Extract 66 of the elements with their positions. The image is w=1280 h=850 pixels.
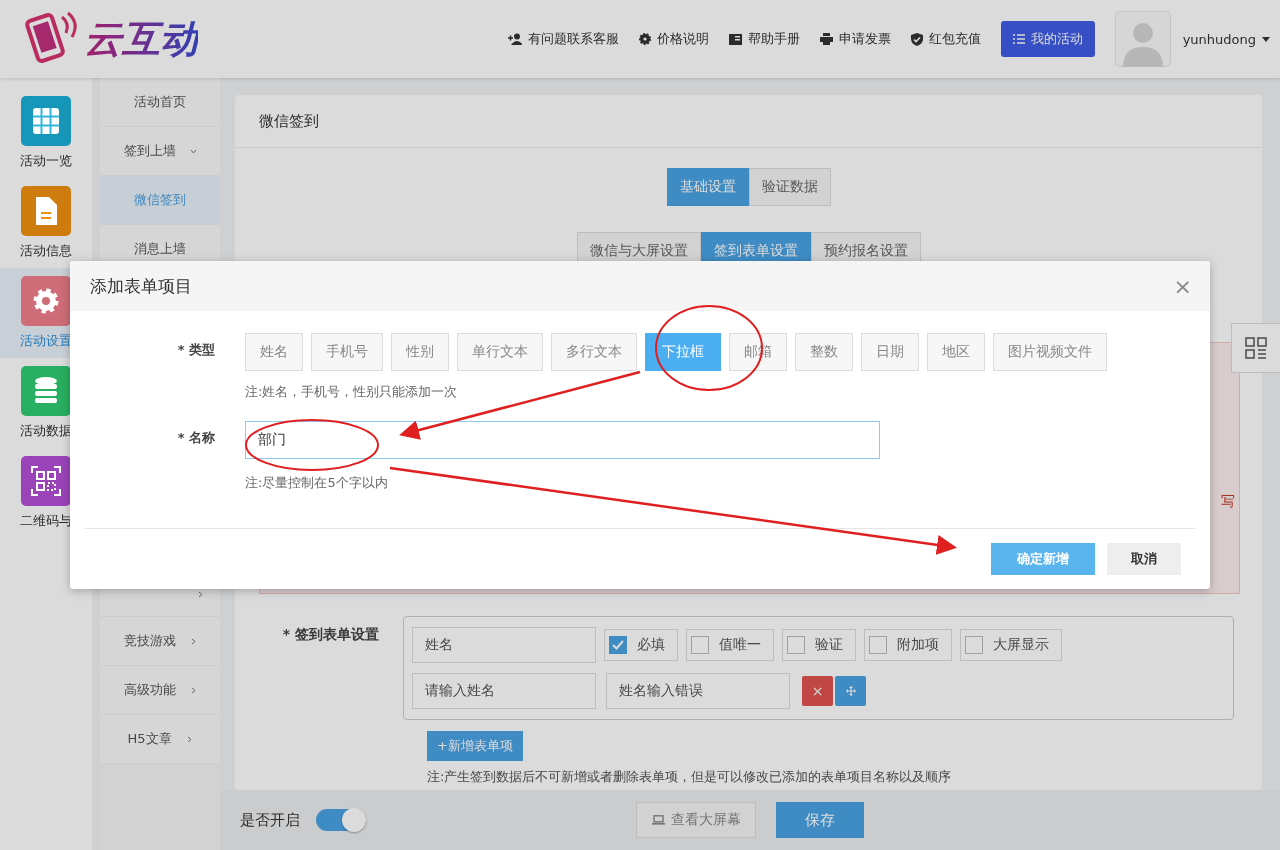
checkbox[interactable] <box>869 636 887 654</box>
caret-icon[interactable] <box>1262 36 1270 42</box>
checkbox-option[interactable]: 大屏显示 <box>960 629 1062 661</box>
toggle-switch[interactable] <box>316 809 366 831</box>
my-activity-button[interactable]: 我的活动 <box>1000 21 1095 57</box>
type-option[interactable]: 单行文本 <box>457 333 543 371</box>
checkbox-option[interactable]: 验证 <box>782 629 856 661</box>
type-option[interactable]: 地区 <box>927 333 985 371</box>
type-option[interactable]: 性别 <box>391 333 449 371</box>
toggle-label: 是否开启 <box>240 810 300 830</box>
checkbox[interactable] <box>691 636 709 654</box>
submenu-item[interactable]: 高级功能 <box>100 666 220 715</box>
nav-item[interactable]: 活动信息 <box>0 178 92 268</box>
user-plus-icon <box>507 33 522 45</box>
move-button[interactable] <box>835 676 866 706</box>
submenu-item[interactable]: 活动首页 <box>100 78 220 127</box>
note-text: 注:产生签到数据后不可新增或者删除表单项，但是可以修改已添加的表单项目名称以及顺序 <box>427 768 952 786</box>
name-input[interactable]: 部门 <box>245 421 880 459</box>
input-field[interactable]: 姓名 <box>412 627 596 663</box>
avatar-icon[interactable] <box>1114 11 1171 67</box>
printer-icon <box>819 33 833 45</box>
dialog-title: 添加表单项目 <box>90 274 192 298</box>
tab[interactable]: 验证数据 <box>748 168 831 206</box>
nav-item[interactable]: 活动一览 <box>0 88 92 178</box>
delete-button[interactable]: × <box>802 676 833 706</box>
checkbox-option[interactable]: 必填 <box>604 629 678 661</box>
type-option[interactable]: 多行文本 <box>551 333 637 371</box>
shield-check-icon <box>910 32 923 46</box>
checkbox-option[interactable]: 值唯一 <box>686 629 774 661</box>
type-option[interactable]: 图片视频文件 <box>993 333 1107 371</box>
header-link[interactable]: 有问题联系客服 <box>507 30 619 48</box>
hint-text: 注:姓名，手机号，性别只能添加一次 <box>245 383 458 401</box>
grid-menu-button[interactable] <box>1231 323 1280 373</box>
gear-icon <box>638 33 651 45</box>
chevron-icon <box>197 591 204 598</box>
hint-text: 注:尽量控制在5个字以内 <box>245 474 388 492</box>
cancel-button[interactable]: 取消 <box>1107 543 1181 575</box>
header-link[interactable]: 价格说明 <box>638 30 709 48</box>
list-icon <box>1012 34 1025 44</box>
monitor-icon <box>651 815 665 825</box>
type-option[interactable]: 整数 <box>795 333 853 371</box>
grid-icon <box>1245 337 1267 359</box>
checkbox[interactable] <box>609 636 627 654</box>
checkbox[interactable] <box>965 636 983 654</box>
field-label: * 类型 <box>176 341 216 359</box>
form-label: * 签到表单设置 <box>281 625 380 644</box>
input-field[interactable]: 姓名输入错误 <box>606 673 790 709</box>
input-field[interactable]: 请输入姓名 <box>412 673 596 709</box>
book-icon <box>728 33 742 45</box>
type-option[interactable]: 姓名 <box>245 333 303 371</box>
nav-item[interactable]: 二维码与 <box>0 448 92 538</box>
checkbox-option[interactable]: 附加项 <box>864 629 952 661</box>
username[interactable]: yunhudong <box>1182 31 1256 47</box>
header-link[interactable]: 申请发票 <box>819 30 891 48</box>
submenu-item[interactable]: 竞技游戏 <box>100 617 220 666</box>
submenu-item[interactable]: 签到上墙 <box>100 127 220 176</box>
move-icon <box>845 686 856 696</box>
alert-text: 写 <box>1221 493 1235 511</box>
header-link[interactable]: 红包充值 <box>910 30 981 48</box>
submenu-item[interactable]: H5文章 <box>100 715 220 764</box>
header-link[interactable]: 帮助手册 <box>728 30 800 48</box>
field-label: * 名称 <box>176 429 216 447</box>
type-option[interactable]: 日期 <box>861 333 919 371</box>
panel-title: 微信签到 <box>259 111 319 131</box>
type-option[interactable]: 手机号 <box>311 333 383 371</box>
checkbox[interactable] <box>787 636 805 654</box>
